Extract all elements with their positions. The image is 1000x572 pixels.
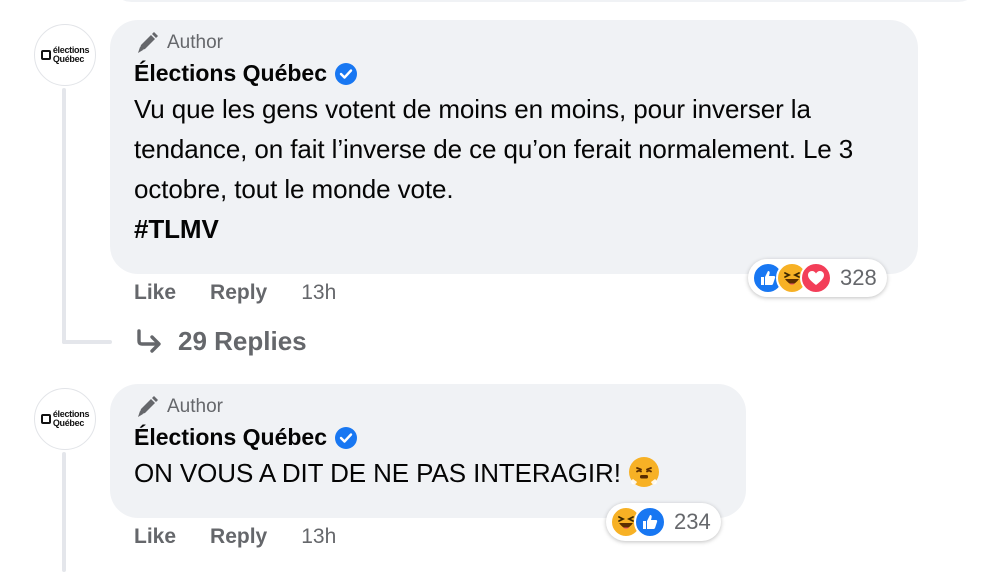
comment-actions: Like Reply 13h <box>134 525 336 549</box>
previous-comment-bubble <box>110 0 980 2</box>
reply-button[interactable]: Reply <box>210 525 267 549</box>
comment-text: ON VOUS A DIT DE NE PAS INTERAGIR! <box>134 453 722 493</box>
author-badge-label: Author <box>167 396 223 417</box>
verified-badge-icon <box>335 62 358 85</box>
reply-arrow-icon <box>137 328 161 353</box>
like-button[interactable]: Like <box>134 281 176 305</box>
reply-button[interactable]: Reply <box>210 281 267 305</box>
hashtag-link[interactable]: #TLMV <box>134 209 894 249</box>
avatar[interactable]: élections Québec <box>34 388 96 450</box>
comment-actions: Like Reply 13h <box>134 281 336 305</box>
thread-connector-line <box>62 88 66 344</box>
face-with-steam-emoji <box>628 457 659 487</box>
verified-badge-icon <box>335 426 358 449</box>
reaction-summary[interactable]: 234 <box>606 503 721 541</box>
comment-body: ON VOUS A DIT DE NE PAS INTERAGIR! <box>134 458 621 488</box>
thread-connector-branch <box>62 340 112 344</box>
thread-connector-line <box>62 452 66 572</box>
author-badge: Author <box>136 32 894 54</box>
pen-icon <box>138 396 158 417</box>
elections-quebec-logo: élections Québec <box>40 410 89 428</box>
reaction-count: 328 <box>840 265 877 290</box>
commenter-name[interactable]: Élections Québec <box>134 60 327 87</box>
replies-count-label: 29 Replies <box>178 326 307 356</box>
reaction-summary[interactable]: 328 <box>748 259 887 297</box>
like-button[interactable]: Like <box>134 525 176 549</box>
comment-bubble: Author Élections Québec ON VOUS A DIT DE… <box>110 384 746 518</box>
author-badge: Author <box>136 396 722 418</box>
logo-text-line: Québec <box>52 54 85 64</box>
commenter-name[interactable]: Élections Québec <box>134 424 327 451</box>
comment-body: Vu que les gens votent de moins en moins… <box>134 94 854 204</box>
view-replies-button[interactable]: 29 Replies <box>134 326 307 357</box>
timestamp[interactable]: 13h <box>301 281 336 305</box>
logo-text-line: Québec <box>52 418 85 428</box>
author-badge-label: Author <box>167 32 223 53</box>
comment-bubble: Author Élections Québec Vu que les gens … <box>110 20 918 274</box>
reaction-count: 234 <box>674 509 711 534</box>
logo-square-icon <box>40 50 51 60</box>
pen-icon <box>138 32 158 53</box>
timestamp[interactable]: 13h <box>301 525 336 549</box>
avatar[interactable]: élections Québec <box>34 24 96 86</box>
comment-text: Vu que les gens votent de moins en moins… <box>134 89 894 249</box>
love-icon <box>800 262 832 294</box>
elections-quebec-logo: élections Québec <box>40 46 89 64</box>
logo-square-icon <box>40 414 51 424</box>
like-icon <box>634 506 666 538</box>
